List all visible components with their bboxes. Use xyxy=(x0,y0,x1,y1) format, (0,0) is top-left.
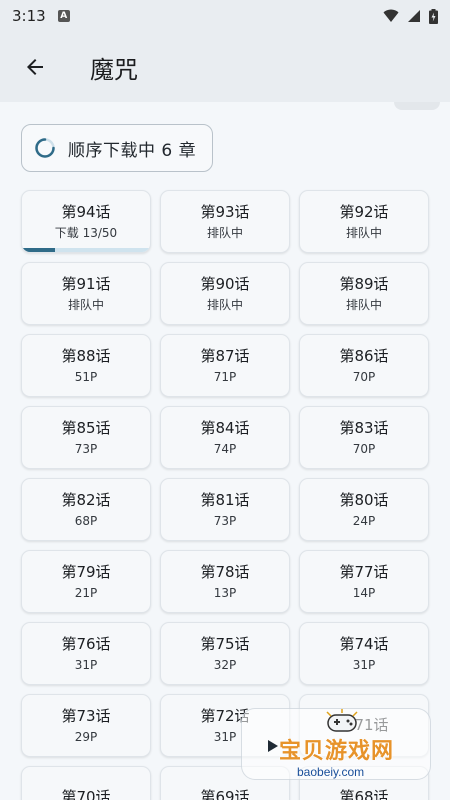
episode-title: 第83话 xyxy=(339,418,389,437)
episode-status: 排队中 xyxy=(345,225,382,240)
episode-card[interactable]: 第90话排队中 xyxy=(160,262,290,325)
episode-card[interactable]: 第88话 51P xyxy=(21,334,151,397)
episode-status: 31P xyxy=(213,729,237,744)
episode-card[interactable]: 第93话排队中 xyxy=(160,190,290,253)
episode-status: 70P xyxy=(352,369,376,384)
episode-card[interactable]: 第76话 31P xyxy=(21,622,151,685)
episode-title: 第79话 xyxy=(61,562,111,581)
episode-card[interactable]: 第92话排队中 xyxy=(299,190,429,253)
episode-status: 13P xyxy=(213,585,237,600)
episode-card[interactable]: 第85话 73P xyxy=(21,406,151,469)
episode-status: 排队中 xyxy=(345,297,382,312)
signal-icon xyxy=(408,10,420,22)
episode-status: 73P xyxy=(74,441,98,456)
episode-card[interactable]: 第84话 74P xyxy=(160,406,290,469)
episode-status: 21P xyxy=(74,585,98,600)
episode-card[interactable]: 第94话下载 13/50 xyxy=(21,190,151,253)
episode-card[interactable]: 第73话 29P xyxy=(21,694,151,757)
episode-status: 32P xyxy=(213,657,237,672)
back-button[interactable] xyxy=(11,43,59,91)
watermark-text: 宝贝游戏网 xyxy=(279,739,395,764)
watermark-url: baobeiy.com xyxy=(297,765,365,779)
episode-status: 排队中 xyxy=(206,297,243,312)
episode-title: 第82话 xyxy=(61,490,111,509)
episode-title: 第68话 xyxy=(339,787,389,800)
episode-card[interactable]: 第74话 31P xyxy=(299,622,429,685)
episode-status: 排队中 xyxy=(67,297,104,312)
episode-status: 74P xyxy=(213,441,237,456)
episode-title: 第77话 xyxy=(339,562,389,581)
episode-title: 第76话 xyxy=(61,634,111,653)
episode-status: 14P xyxy=(352,585,376,600)
episode-status: 68P xyxy=(74,513,98,528)
episode-title: 第93话 xyxy=(200,202,250,221)
episode-title: 第86话 xyxy=(339,346,389,365)
episode-status: 排队中 xyxy=(206,225,243,240)
episode-card[interactable]: 第89话排队中 xyxy=(299,262,429,325)
episode-title: 第92话 xyxy=(339,202,389,221)
episode-title: 第81话 xyxy=(200,490,250,509)
episode-status: 31P xyxy=(352,657,376,672)
arrow-left-icon xyxy=(27,59,43,75)
episode-title: 第78话 xyxy=(200,562,250,581)
episode-card[interactable]: 第80话 24P xyxy=(299,478,429,541)
episode-title: 第90话 xyxy=(200,274,250,293)
episode-title: 第84话 xyxy=(200,418,250,437)
episode-title: 第87话 xyxy=(200,346,250,365)
episode-progress-fill xyxy=(22,248,56,252)
episode-card[interactable]: 第86话 70P xyxy=(299,334,429,397)
episode-progress-bar xyxy=(22,248,150,252)
play-icon xyxy=(268,740,278,752)
loading-spinner-icon xyxy=(35,138,55,158)
episode-card[interactable]: 第77话 14P xyxy=(299,550,429,613)
episode-title: 第85话 xyxy=(61,418,111,437)
episode-title: 第88话 xyxy=(61,346,111,365)
episode-title: 第73话 xyxy=(61,706,111,725)
overlay-chip xyxy=(394,102,440,110)
chapter-list[interactable]: 顺序下载中 6 章 第94话 下载 13/50 第93话 排队中 第92话 排队中 第91话… xyxy=(0,102,450,800)
episode-title: 第75话 xyxy=(200,634,250,653)
episode-title: 第80话 xyxy=(339,490,389,509)
episode-title: 第74话 xyxy=(339,634,389,653)
episode-card[interactable]: 第75话 32P xyxy=(160,622,290,685)
episode-status: 70P xyxy=(352,441,376,456)
app-bar: 魔咒 xyxy=(0,32,450,102)
episode-status: 31P xyxy=(74,657,98,672)
status-time: 3:13 xyxy=(12,7,46,25)
status-bar: 3:13 A xyxy=(0,0,450,32)
battery-icon xyxy=(429,8,438,24)
gamepad-icon xyxy=(326,709,358,732)
episode-title: 第94话 xyxy=(61,202,111,221)
episode-card[interactable]: 第78话 13P xyxy=(160,550,290,613)
page-title: 魔咒 xyxy=(90,55,138,84)
episode-title: 第69话 xyxy=(200,787,250,800)
episode-card[interactable]: 第70话 xyxy=(21,766,151,800)
episode-status: 下载 13/50 xyxy=(54,225,118,240)
episode-card[interactable]: 第87话 71P xyxy=(160,334,290,397)
episode-card[interactable]: 第79话 21P xyxy=(21,550,151,613)
episode-title: 第89话 xyxy=(339,274,389,293)
wifi-icon xyxy=(383,9,399,22)
episode-status: 73P xyxy=(213,513,237,528)
episode-title: 第70话 xyxy=(61,787,111,800)
episode-card[interactable]: 第91话排队中 xyxy=(21,262,151,325)
episode-status: 29P xyxy=(74,729,98,744)
download-status-label: 顺序下载中 6 章 xyxy=(68,140,197,161)
download-status-button[interactable]: 顺序下载中 6 章 xyxy=(21,124,213,172)
episode-card[interactable]: 第81话 73P xyxy=(160,478,290,541)
status-icons xyxy=(383,8,438,24)
episode-card[interactable]: 第82话 68P xyxy=(21,478,151,541)
episode-title: 第91话 xyxy=(61,274,111,293)
episode-status: 51P xyxy=(74,369,98,384)
episode-status: 71P xyxy=(213,369,237,384)
episode-card[interactable]: 第83话 70P xyxy=(299,406,429,469)
notification-icon: A xyxy=(57,10,70,22)
episode-status: 24P xyxy=(352,513,376,528)
